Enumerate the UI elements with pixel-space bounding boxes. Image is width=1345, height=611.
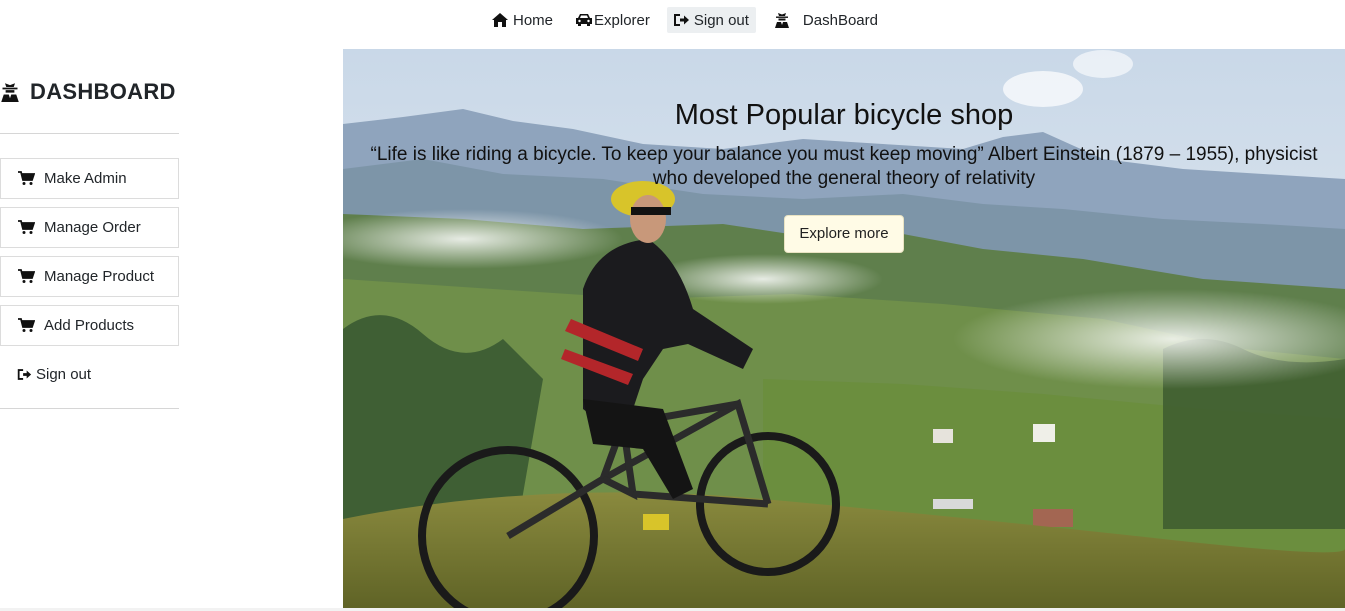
nav-dashboard-link[interactable]: DashBoard (768, 7, 883, 33)
sidebar-title-label: DASHBOARD (30, 79, 176, 104)
sidebar-item-label: Manage Order (44, 219, 141, 236)
sidebar-signout-label: Sign out (36, 366, 92, 383)
car-icon (575, 12, 593, 28)
sign-out-icon (16, 367, 32, 383)
hero-quote: “Life is like riding a bicycle. To keep … (370, 144, 1318, 189)
sidebar-signout-button[interactable]: Sign out (0, 354, 179, 395)
cart-icon (18, 318, 36, 334)
sidebar-item-manage-product[interactable]: Manage Product (0, 256, 179, 297)
sign-out-icon (672, 12, 690, 28)
hero-title: Most Popular bicycle shop (674, 99, 1014, 131)
sidebar-item-label: Manage Product (44, 268, 155, 285)
sidebar-menu: Make Admin Manage Order Manage Product A… (0, 158, 179, 395)
home-icon (491, 12, 509, 28)
nav-dashboard-label: DashBoard (802, 11, 878, 29)
top-navbar: Home Explorer Sign out DashBoard (486, 7, 883, 33)
nav-signout-link[interactable]: Sign out (666, 7, 756, 33)
cart-icon (18, 171, 36, 187)
explore-more-button[interactable]: Explore more (784, 215, 904, 253)
divider (0, 408, 179, 409)
hero-banner: Most Popular bicycle shop “Life is like … (343, 49, 1345, 609)
cart-icon (18, 269, 36, 285)
sidebar-item-label: Add Products (44, 317, 135, 334)
sidebar-item-add-products[interactable]: Add Products (0, 305, 179, 346)
sidebar-item-manage-order[interactable]: Manage Order (0, 207, 179, 248)
nav-home-link[interactable]: Home (486, 7, 558, 33)
sidebar-item-label: Make Admin (44, 170, 127, 187)
nav-explorer-label: Explorer (594, 11, 650, 29)
user-secret-icon (773, 12, 791, 28)
nav-signout-label: Sign out (693, 11, 749, 29)
user-secret-icon (0, 79, 22, 105)
hero-content: Most Popular bicycle shop “Life is like … (343, 49, 1345, 253)
nav-home-label: Home (513, 11, 554, 29)
nav-explorer-link[interactable]: Explorer (570, 7, 655, 33)
sidebar-item-make-admin[interactable]: Make Admin (0, 158, 179, 199)
sidebar-title: DASHBOARD (0, 70, 179, 114)
sidebar: DASHBOARD Make Admin Manage Order Manage… (0, 70, 179, 409)
cart-icon (18, 220, 36, 236)
divider (0, 133, 179, 134)
